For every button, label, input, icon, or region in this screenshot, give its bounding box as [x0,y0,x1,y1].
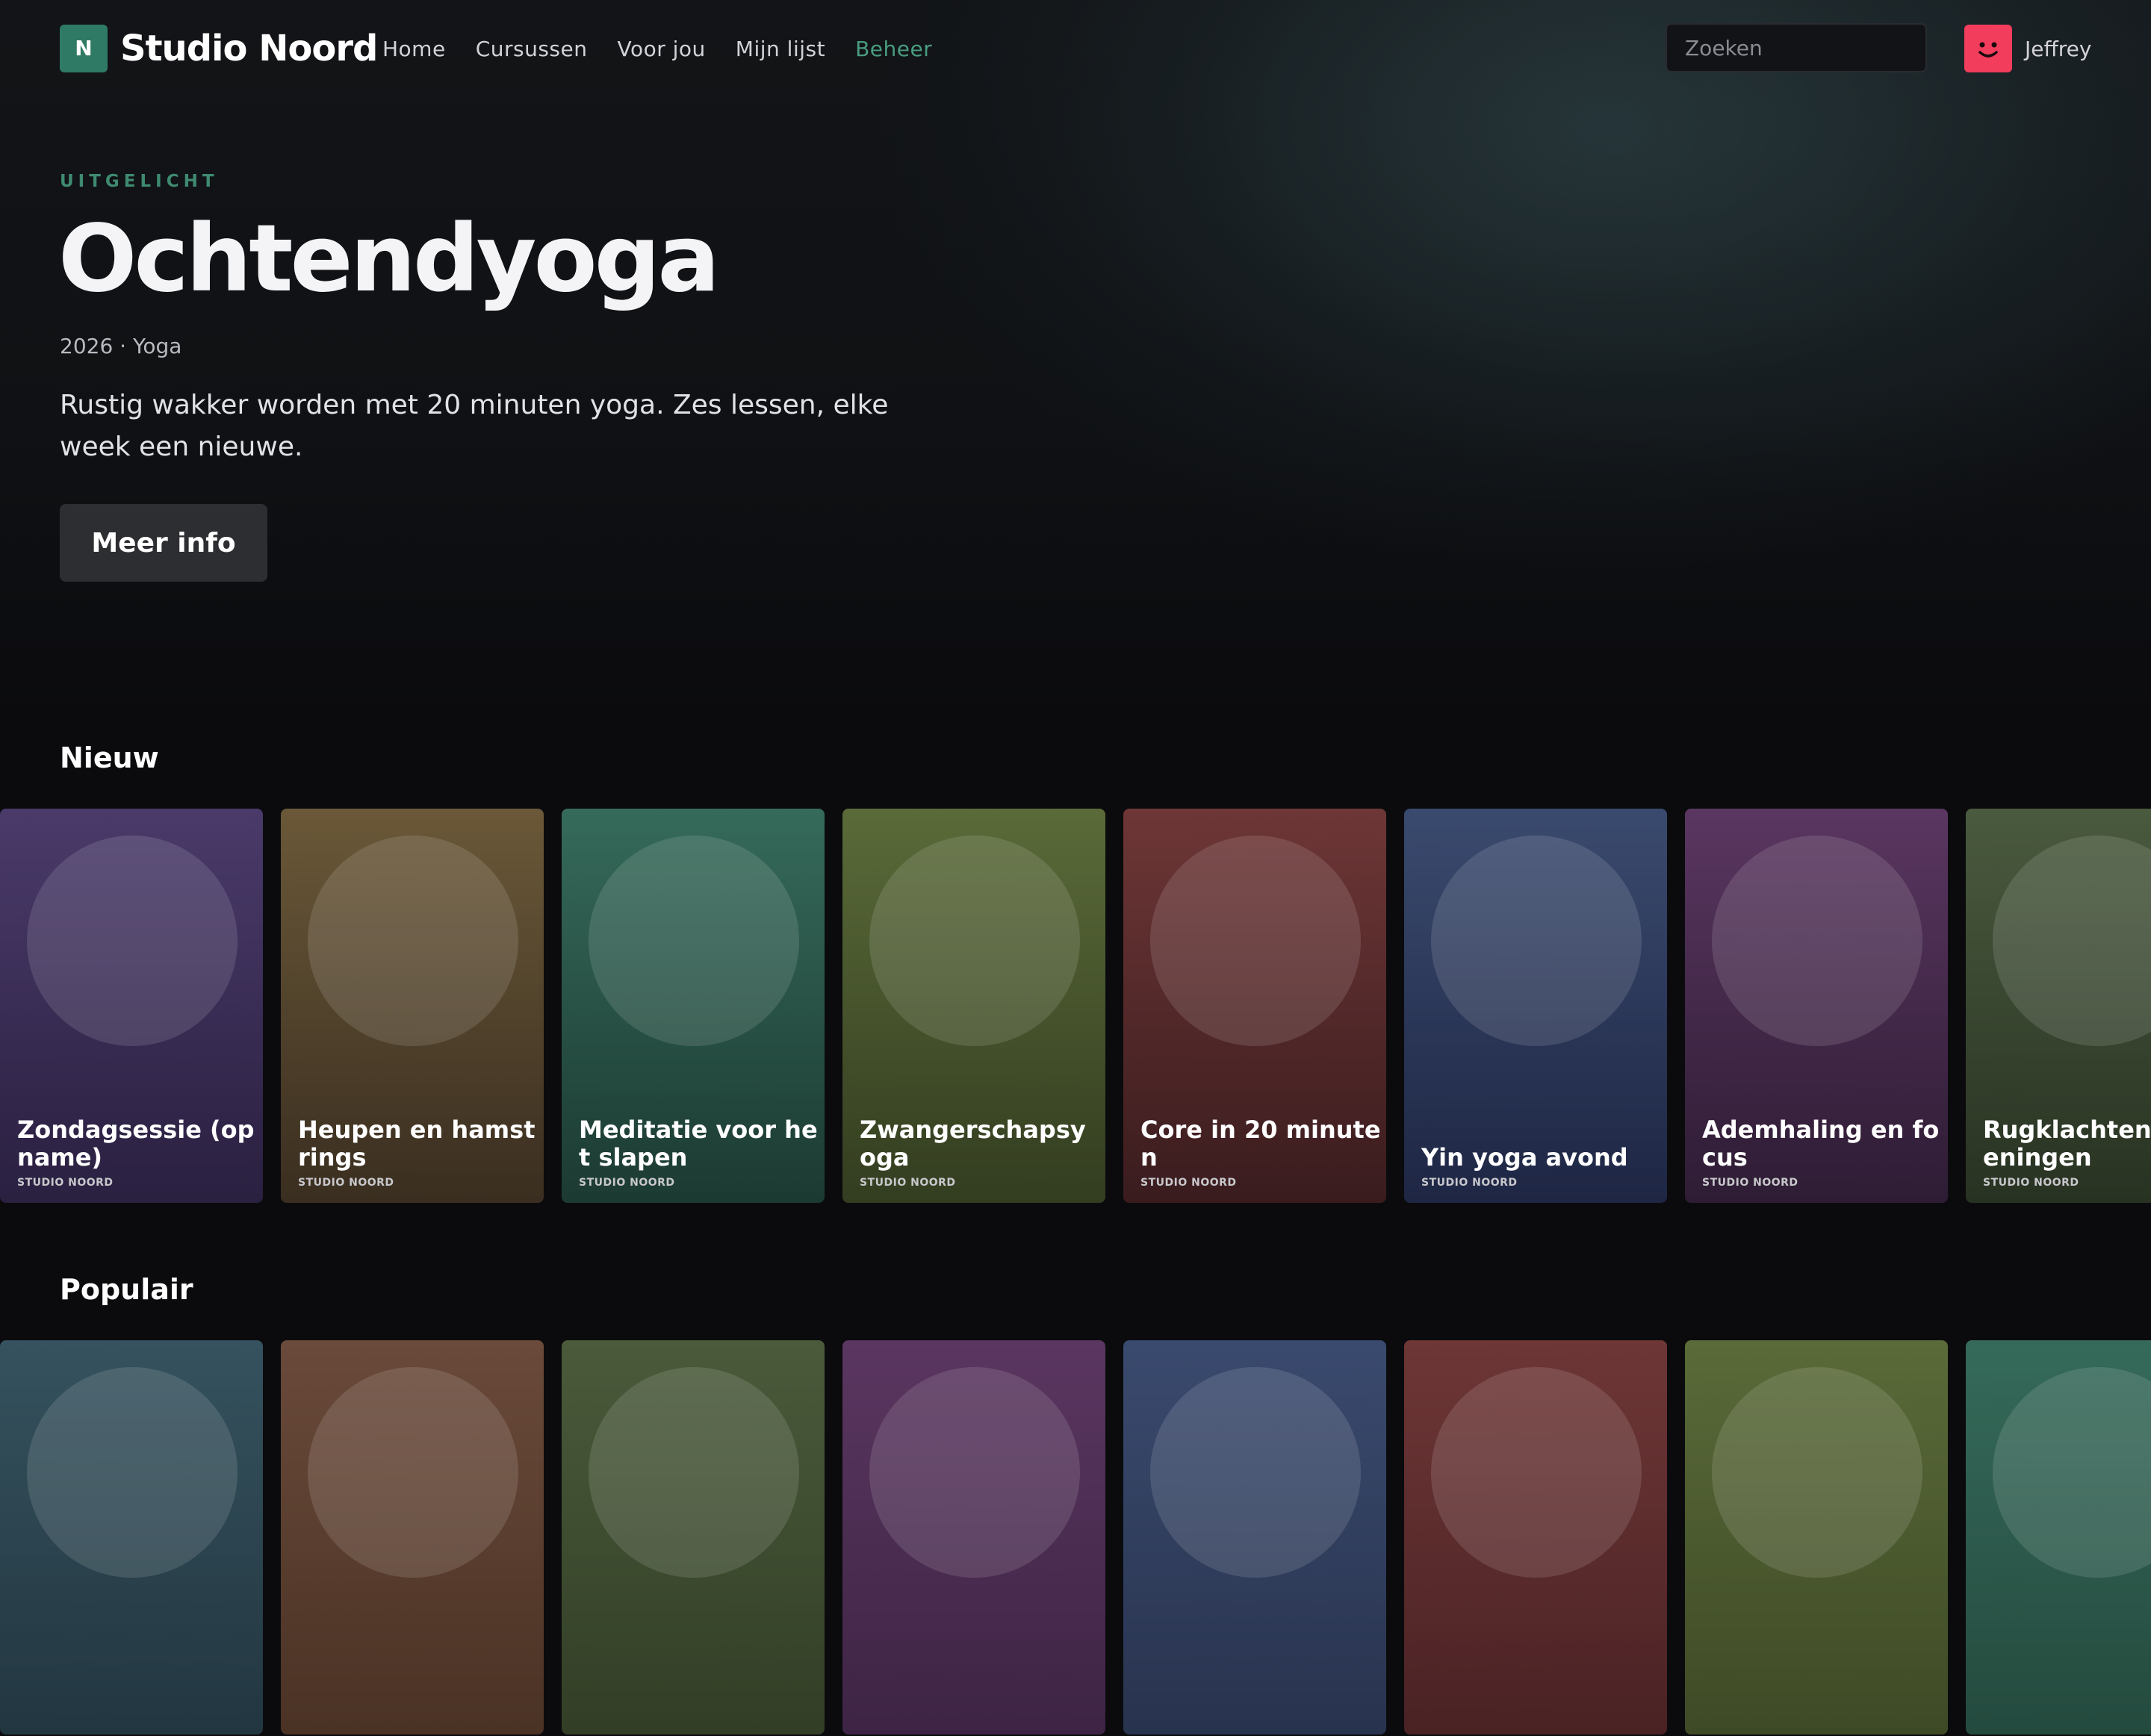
logo-mark[interactable]: N [60,25,108,72]
card-title: Ademhaling en focus [1702,1116,1940,1172]
card-artwork-circle [1993,1367,2151,1578]
course-card[interactable]: Rugklachten: oefeningen STUDIO NOORD [1966,809,2151,1203]
main-nav: Home Cursussen Voor jou Mijn lijst Behee… [382,33,932,66]
card-title: Yin yoga avond [1421,1143,1628,1172]
course-card[interactable] [1685,1340,1948,1735]
row-title-populair: Populair [60,1273,193,1306]
card-title: Zwangerschapsyoga [860,1116,1086,1172]
card-title: Zondagsessie (opname) [17,1116,255,1172]
hero-title: Ochtendyoga [58,205,720,313]
card-artwork-circle [308,1367,518,1578]
course-card[interactable]: Ademhaling en focus STUDIO NOORD [1685,809,1948,1203]
card-artwork-circle [27,836,238,1046]
card-subtitle: STUDIO NOORD [298,1177,394,1189]
smiley-face-icon [1978,42,1998,57]
card-subtitle: STUDIO NOORD [1702,1177,1798,1189]
course-card[interactable] [1123,1340,1386,1735]
row-title-nieuw: Nieuw [60,741,159,774]
course-card[interactable] [281,1340,544,1735]
top-navigation-bar: N Studio Noord Home Cursussen Voor jou M… [0,0,2151,99]
card-subtitle: STUDIO NOORD [860,1177,956,1189]
card-artwork-circle [1993,836,2151,1046]
course-card[interactable]: Yin yoga avond STUDIO NOORD [1404,809,1667,1203]
course-card[interactable]: Meditatie voor het slapen STUDIO NOORD [562,809,825,1203]
hero-background [0,0,2151,717]
card-artwork-circle [1712,836,1922,1046]
card-artwork-circle [869,1367,1080,1578]
card-artwork-circle [27,1367,238,1578]
course-card[interactable] [0,1340,263,1735]
card-artwork-circle [1431,836,1642,1046]
course-card[interactable]: Zondagsessie (opname) STUDIO NOORD [0,809,263,1203]
card-subtitle: STUDIO NOORD [17,1177,114,1189]
hero-eyebrow: UITGELICHT [60,172,219,191]
course-card[interactable]: Zwangerschapsyoga STUDIO NOORD [842,809,1105,1203]
course-card[interactable]: Core in 20 minuten STUDIO NOORD [1123,809,1386,1203]
row-nieuw: Zondagsessie (opname) STUDIO NOORD Heupen … [0,809,2151,1204]
nav-item-cursussen[interactable]: Cursussen [476,33,588,66]
card-artwork-circle [1150,836,1361,1046]
course-card[interactable] [1404,1340,1667,1735]
card-artwork-circle [308,836,518,1046]
hero-description: Rustig wakker worden met 20 minuten yoga… [60,390,889,462]
card-title: Heupen en hamstrings [298,1116,536,1172]
brand-name[interactable]: Studio Noord [120,25,378,72]
hero-meta: 2026 · Yoga [60,334,182,358]
more-info-button[interactable]: Meer info [60,504,267,582]
card-artwork-circle [1712,1367,1922,1578]
card-artwork-circle [1150,1367,1361,1578]
course-card[interactable] [842,1340,1105,1735]
card-subtitle: STUDIO NOORD [1983,1177,2079,1189]
row-populair [0,1340,2151,1736]
card-artwork-circle [869,836,1080,1046]
avatar[interactable] [1964,25,2012,72]
course-card[interactable] [1966,1340,2151,1735]
nav-item-voor-jou[interactable]: Voor jou [617,33,705,66]
nav-item-home[interactable]: Home [382,33,446,66]
nav-item-beheer[interactable]: Beheer [855,33,932,66]
course-card[interactable] [562,1340,825,1735]
card-subtitle: STUDIO NOORD [1421,1177,1518,1189]
course-card[interactable]: Heupen en hamstrings STUDIO NOORD [281,809,544,1203]
nav-item-mijn-lijst[interactable]: Mijn lijst [736,33,825,66]
card-title: Meditatie voor het slapen [579,1116,818,1172]
card-artwork-circle [589,1367,799,1578]
card-title: Rugklachten: oefeningen [1983,1116,2151,1172]
card-title: Core in 20 minuten [1140,1116,1381,1172]
card-subtitle: STUDIO NOORD [579,1177,675,1189]
user-name[interactable]: Jeffrey [2025,33,2091,66]
search-input[interactable] [1666,23,1927,72]
card-artwork-circle [1431,1367,1642,1578]
card-artwork-circle [589,836,799,1046]
card-subtitle: STUDIO NOORD [1140,1177,1237,1189]
